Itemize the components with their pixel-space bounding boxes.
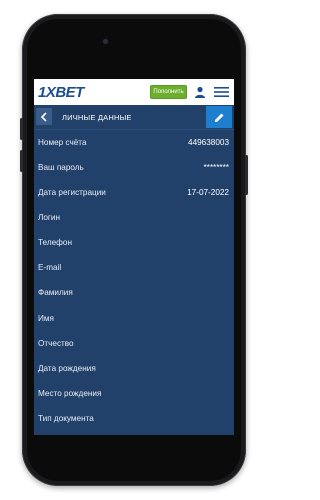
user-icon[interactable]: [194, 86, 206, 98]
brand-logo[interactable]: 1XBET: [38, 84, 84, 101]
field-value: 17-07-2022: [187, 188, 229, 197]
chevron-left-icon: [40, 111, 47, 122]
deposit-button[interactable]: Пополнить: [150, 85, 187, 99]
field-label: Телефон: [38, 238, 72, 247]
field-row-surname[interactable]: Фамилия: [34, 281, 234, 306]
field-row-email[interactable]: E-mail: [34, 256, 234, 281]
field-row-registration-date: Дата регистрации 17-07-2022: [34, 181, 234, 206]
field-label: Имя: [38, 314, 54, 323]
field-label: Тип документа: [38, 414, 94, 423]
field-row-account-number: Номер счёта 449638003: [34, 131, 234, 156]
field-value: ********: [203, 163, 230, 172]
field-row-patronymic[interactable]: Отчество: [34, 332, 234, 357]
field-label: Логин: [38, 213, 61, 222]
field-label: Дата рождения: [38, 364, 96, 373]
field-label: Отчество: [38, 339, 74, 348]
page-title: ЛИЧНЫЕ ДАННЫЕ: [62, 113, 132, 122]
field-value: 449638003: [188, 138, 229, 147]
field-label: E-mail: [38, 263, 62, 272]
field-label: Фамилия: [38, 288, 73, 297]
field-label: Дата регистрации: [38, 188, 106, 197]
field-row-login[interactable]: Логин: [34, 206, 234, 231]
hamburger-menu-icon[interactable]: [214, 87, 229, 97]
page-subheader: ЛИЧНЫЕ ДАННЫЕ: [34, 105, 234, 130]
field-label: Ваш пароль: [38, 163, 84, 172]
field-row-password[interactable]: Ваш пароль ********: [34, 156, 234, 181]
field-label: Номер счёта: [38, 138, 87, 147]
app-header: 1XBET Пополнить: [34, 79, 234, 105]
field-label: Место рождения: [38, 389, 102, 398]
field-row-document-type[interactable]: Тип документа: [34, 407, 234, 432]
edit-button[interactable]: [206, 106, 232, 128]
pencil-icon: [214, 113, 223, 122]
field-row-phone[interactable]: Телефон: [34, 231, 234, 256]
field-row-first-name[interactable]: Имя: [34, 307, 234, 332]
app-screen: 1XBET Пополнить ЛИЧНЫЕ ДАННЫЕ Номер счёт…: [34, 79, 234, 435]
back-button[interactable]: [36, 108, 52, 125]
field-row-birth-place[interactable]: Место рождения: [34, 382, 234, 407]
field-row-birth-date[interactable]: Дата рождения: [34, 357, 234, 382]
